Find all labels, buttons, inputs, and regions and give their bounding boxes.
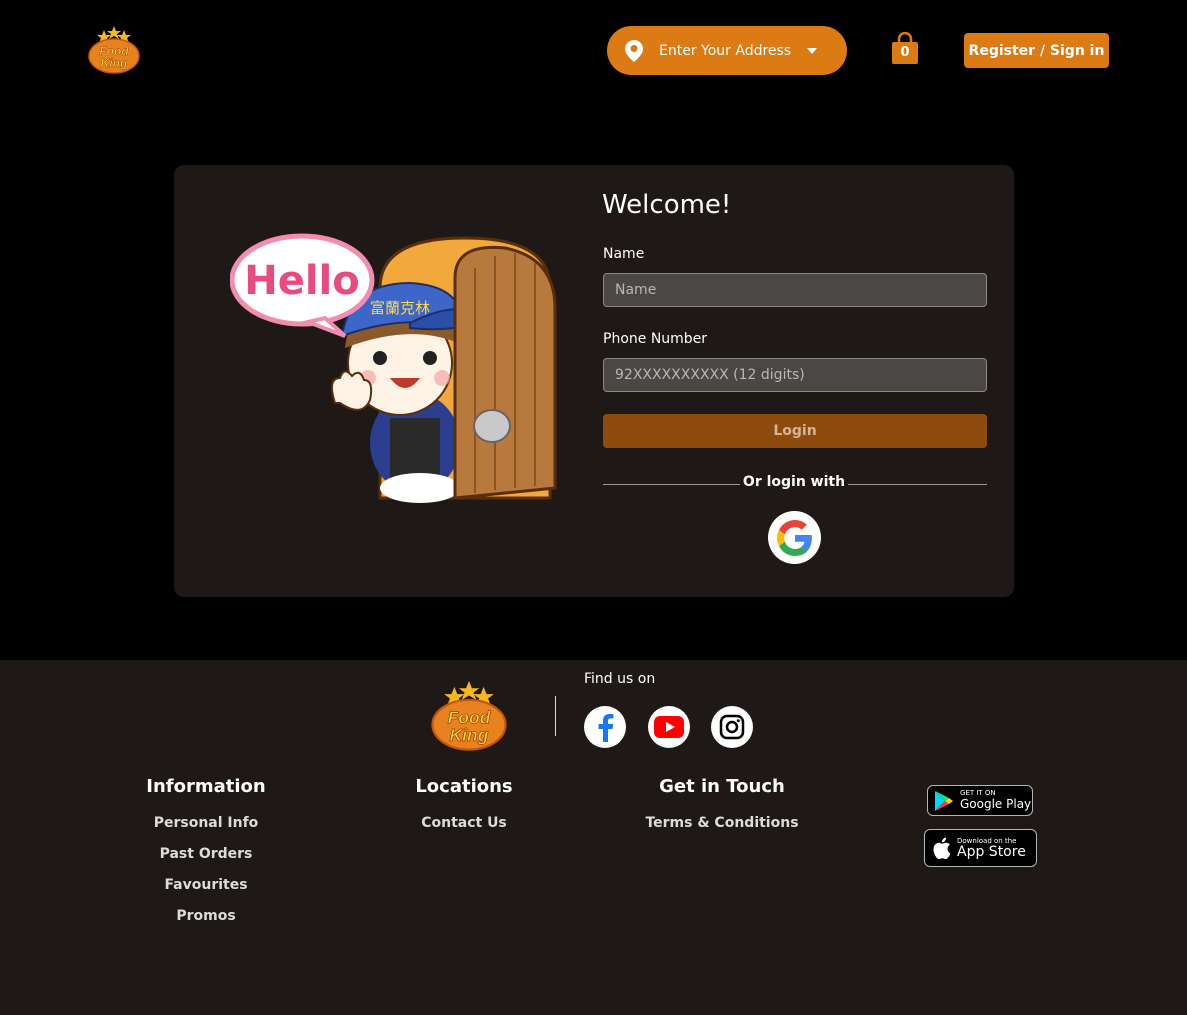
- app-store-big-text: App Store: [957, 843, 1026, 860]
- address-placeholder: Enter Your Address: [659, 42, 792, 59]
- google-login-button[interactable]: [768, 511, 821, 564]
- google-icon: [776, 519, 812, 556]
- apple-icon: [933, 837, 951, 859]
- svg-text:King: King: [101, 56, 128, 70]
- login-button[interactable]: Login: [603, 414, 987, 448]
- name-input[interactable]: [603, 273, 987, 307]
- hello-bubble-text: Hello: [244, 258, 360, 304]
- svg-text:King: King: [450, 725, 489, 745]
- locations-heading: Locations: [415, 776, 513, 797]
- past-orders-link[interactable]: Past Orders: [106, 846, 306, 862]
- google-play-icon: [935, 790, 953, 811]
- personal-info-link[interactable]: Personal Info: [106, 815, 306, 831]
- phone-label: Phone Number: [603, 331, 708, 347]
- mascot-illustration: 富蘭克林 Hello: [229, 228, 560, 533]
- terms-conditions-link[interactable]: Terms & Conditions: [622, 815, 822, 831]
- facebook-icon: [598, 714, 614, 742]
- site-header: Food King Enter Your Address 0 Register …: [0, 0, 1187, 100]
- cart-count-badge: 0: [900, 45, 910, 60]
- address-selector[interactable]: Enter Your Address: [607, 26, 847, 75]
- divider-right: [848, 484, 987, 485]
- google-play-small-text: GET IT ON: [960, 789, 996, 797]
- information-heading: Information: [146, 776, 266, 797]
- register-signin-button[interactable]: Register / Sign in: [964, 33, 1109, 68]
- instagram-icon: [719, 714, 745, 740]
- find-us-label: Find us on: [584, 671, 656, 687]
- divider-left: [603, 484, 740, 485]
- youtube-icon: [654, 716, 684, 738]
- location-pin-icon: [625, 39, 643, 62]
- cap-text: 富蘭克林: [370, 299, 430, 317]
- favourites-link[interactable]: Favourites: [106, 877, 306, 893]
- contact-us-link[interactable]: Contact Us: [364, 815, 564, 831]
- app-store-badge[interactable]: Download on the App Store: [924, 829, 1037, 867]
- chevron-down-icon: [807, 47, 818, 54]
- google-play-badge[interactable]: GET IT ON Google Play: [927, 785, 1033, 816]
- phone-input[interactable]: [603, 358, 987, 392]
- facebook-link[interactable]: [584, 706, 626, 748]
- youtube-link[interactable]: [648, 706, 690, 748]
- get-in-touch-heading: Get in Touch: [659, 776, 785, 797]
- name-label: Name: [603, 246, 645, 262]
- footer-logo[interactable]: Food King: [428, 678, 510, 754]
- promos-link[interactable]: Promos: [106, 908, 306, 924]
- google-play-big-text: Google Play: [960, 797, 1032, 811]
- cart-button[interactable]: 0: [889, 31, 921, 66]
- food-king-logo[interactable]: Food King: [86, 24, 142, 76]
- footer-divider: [555, 696, 556, 736]
- or-login-with-text: Or login with: [742, 474, 846, 490]
- welcome-title: Welcome!: [602, 190, 732, 220]
- instagram-link[interactable]: [711, 706, 753, 748]
